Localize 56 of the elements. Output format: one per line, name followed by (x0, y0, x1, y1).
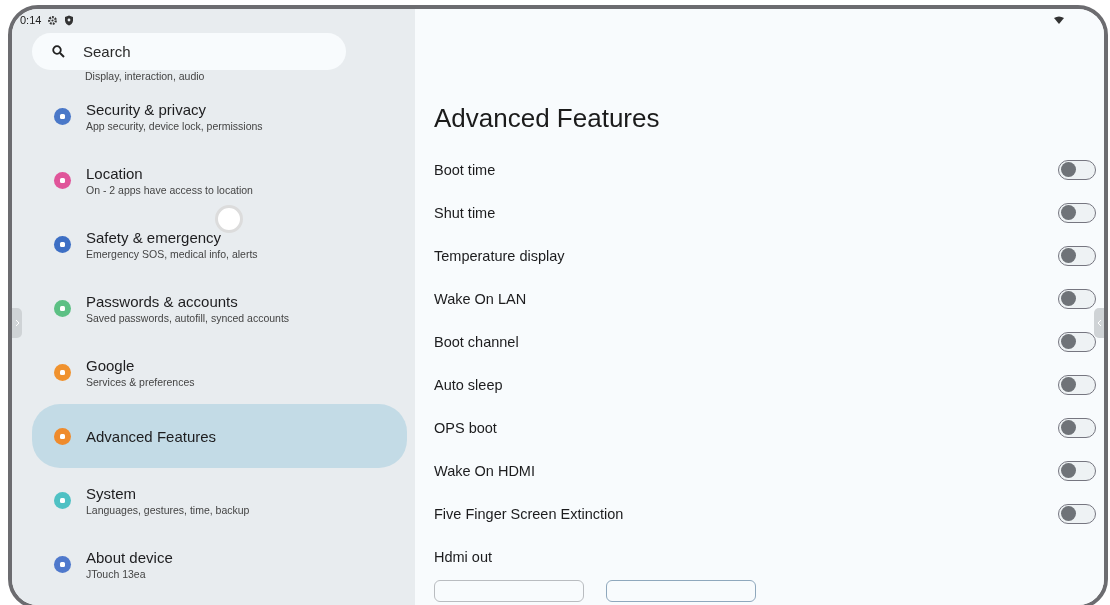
setting-label: Wake On LAN (434, 290, 527, 307)
page-title: Advanced Features (434, 103, 661, 134)
search-bar[interactable]: Search (32, 33, 346, 70)
sidebar-item[interactable]: Safety & emergency Emergency SOS, medical info, alerts (32, 212, 407, 276)
item-subtitle: Emergency SOS, medical info, alerts (86, 247, 258, 260)
setting-label: OPS boot (434, 419, 497, 436)
sidebar-item[interactable]: Passwords & accounts Saved passwords, autofill, synced accounts (32, 276, 407, 340)
sidebar-item[interactable]: System Languages, gestures, time, backup (32, 468, 407, 532)
item-title: Security & privacy (86, 100, 208, 118)
item-title: About device (86, 548, 173, 566)
wifi-icon (1054, 16, 1064, 24)
toggle-switch[interactable] (1058, 331, 1096, 352)
toggle-switch[interactable] (1058, 288, 1096, 309)
setting-label: Temperature display (434, 247, 565, 264)
option-button[interactable] (606, 580, 756, 602)
item-title: Passwords & accounts (86, 292, 239, 310)
setting-label: Auto sleep (434, 376, 503, 393)
side-handle[interactable] (1094, 308, 1104, 338)
item-subtitle: Services & preferences (86, 375, 195, 388)
sidebar-item[interactable]: Display, interaction, audio (32, 70, 407, 84)
setting-label: Hdmi out (434, 548, 493, 565)
item-subtitle: Saved passwords, autofill, synced accounts (86, 311, 290, 324)
setting-label: Wake On HDMI (434, 462, 535, 479)
toggle-switch[interactable] (1058, 245, 1096, 266)
toggle-switch[interactable] (1058, 202, 1096, 223)
toggle-switch[interactable] (1058, 159, 1096, 180)
toggle-switch[interactable] (1058, 417, 1096, 438)
search-field[interactable]: Search (83, 43, 283, 60)
item-title: System (86, 484, 137, 502)
shield-icon (64, 14, 75, 26)
setting-label: Five Finger Screen Extinction (434, 505, 624, 522)
setting-label: Shut time (434, 204, 496, 221)
toggle-switch[interactable] (1058, 374, 1096, 395)
item-title: Location (86, 164, 144, 182)
item-subtitle: JTouch 13ea (86, 567, 147, 580)
touch-indicator (215, 205, 243, 233)
sidebar-item[interactable]: About device JTouch 13ea (32, 532, 407, 596)
gear-icon (47, 14, 59, 26)
item-title: Google (86, 356, 136, 374)
item-subtitle: App security, device lock, permissions (86, 119, 263, 132)
sidebar-item[interactable]: Location On - 2 apps have access to location (32, 148, 407, 212)
status-time: 0:14 (20, 14, 42, 26)
setting-label: Boot time (434, 161, 496, 178)
sidebar-item[interactable]: Advanced Features (32, 404, 407, 468)
side-handle[interactable] (12, 308, 22, 338)
search-icon (52, 45, 65, 58)
item-title: Advanced Features (86, 427, 217, 445)
item-subtitle: On - 2 apps have access to location (86, 183, 253, 196)
item-subtitle: Languages, gestures, time, backup (86, 503, 250, 516)
toggle-switch[interactable] (1058, 460, 1096, 481)
sidebar-item[interactable]: Security & privacy App security, device lock, permissions (32, 84, 407, 148)
toggle-switch[interactable] (1058, 503, 1096, 524)
sidebar-item[interactable]: Google Services & preferences (32, 340, 407, 404)
item-subtitle: Display, interaction, audio (85, 70, 205, 82)
item-title: Safety & emergency (86, 228, 223, 246)
setting-label: Boot channel (434, 333, 519, 350)
